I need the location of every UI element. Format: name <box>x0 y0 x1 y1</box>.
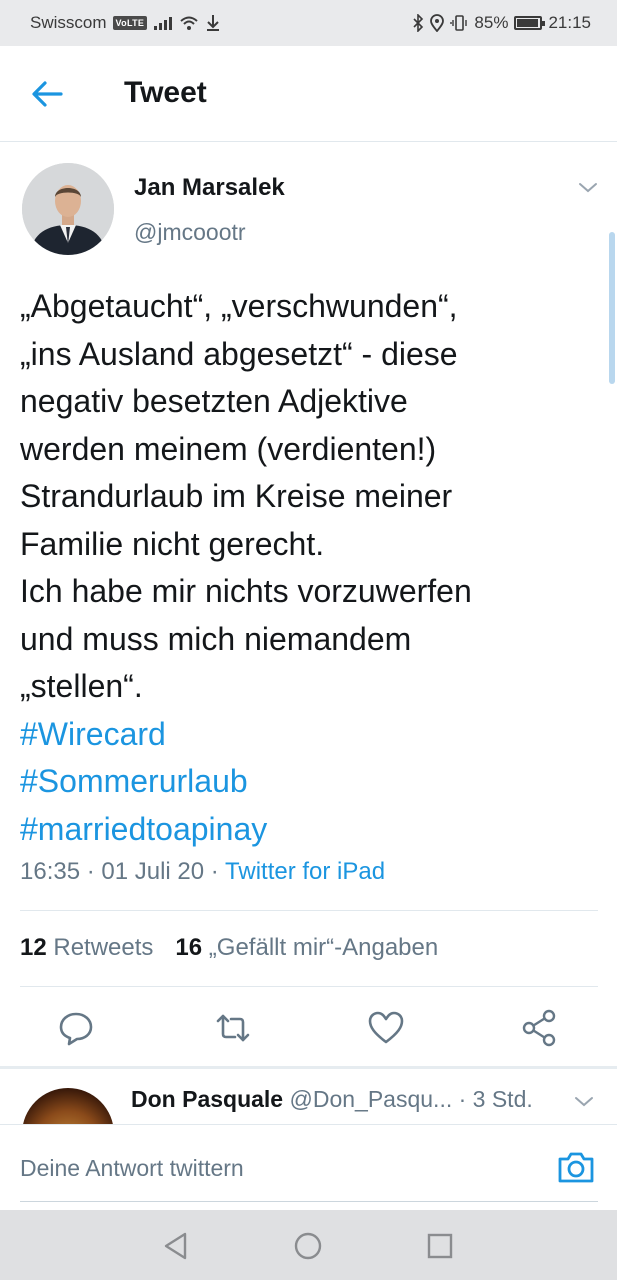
reply-input[interactable] <box>20 1125 540 1211</box>
tweet-line: „stellen“. <box>20 668 143 704</box>
tweet-line: Familie nicht gerecht. <box>20 525 325 562</box>
vibrate-icon <box>450 15 468 31</box>
share-icon[interactable] <box>520 1008 560 1048</box>
retweets-count: 12 <box>20 934 47 961</box>
tweet-stats: 12 Retweets 16 „Gefällt mir“-Angaben <box>20 934 438 962</box>
chevron-down-icon[interactable] <box>576 178 600 198</box>
page-title: Tweet <box>124 76 207 109</box>
like-icon[interactable] <box>366 1008 406 1048</box>
battery-percent: 85% <box>474 13 509 32</box>
author-avatar[interactable] <box>22 163 114 255</box>
reply-icon[interactable] <box>56 1008 96 1048</box>
tweet-timestamp: 16:35 · 01 Juli 20 · <box>20 858 226 885</box>
tweet-actions <box>0 1008 617 1048</box>
tweet-line: negativ besetzten Adjektive <box>20 383 408 419</box>
battery-icon <box>514 16 546 30</box>
system-nav-bar <box>0 1210 617 1280</box>
reply-author-name: Don Pasquale <box>131 1086 284 1112</box>
camera-icon[interactable] <box>556 1149 596 1185</box>
download-icon <box>207 15 220 31</box>
likes-count: 16 <box>175 934 203 961</box>
nav-home-icon[interactable] <box>292 1230 324 1262</box>
likes-stat[interactable]: 16 „Gefällt mir“-Angaben <box>175 934 438 962</box>
likes-label: „Gefällt mir“-Angaben <box>208 934 439 961</box>
clock: 21:15 <box>548 13 591 32</box>
app-header: Tweet <box>0 46 617 142</box>
hashtag-link[interactable]: #marriedtoapinay <box>20 806 610 854</box>
author-handle[interactable]: @jmcoootr <box>134 219 246 246</box>
retweets-label: Retweets <box>53 934 154 961</box>
chevron-down-icon[interactable] <box>572 1092 596 1112</box>
nav-back-icon[interactable] <box>160 1230 192 1262</box>
retweets-stat[interactable]: 12 Retweets <box>20 934 153 962</box>
signal-icon <box>154 17 173 30</box>
divider <box>20 986 598 987</box>
tweet-line: Strandurlaub im Kreise meiner <box>20 478 453 514</box>
reply-author-handle: @Don_Pasqu... <box>289 1086 453 1112</box>
nav-recents-icon[interactable] <box>424 1230 456 1262</box>
tweet-line: werden meinem (verdienten!) <box>20 430 437 467</box>
input-underline <box>20 1201 598 1202</box>
volte-badge: VoLTE <box>112 16 148 30</box>
battery-fill <box>517 19 538 27</box>
section-divider <box>0 1066 617 1069</box>
status-right: 85% 21:15 <box>412 13 591 33</box>
wifi-icon <box>180 16 198 30</box>
location-icon <box>430 14 445 32</box>
tweet-meta: 16:35 · 01 Juli 20 · Twitter for iPad <box>20 858 385 886</box>
hashtag-link[interactable]: #Sommerurlaub <box>20 758 610 806</box>
bluetooth-icon <box>413 14 424 32</box>
carrier-name: Swisscom <box>30 13 107 32</box>
reply-compose-bar <box>0 1124 617 1211</box>
reply-header[interactable]: Don Pasquale @Don_Pasqu... · 3 Std. <box>131 1086 533 1113</box>
tweet-text: „Abgetaucht“, „verschwunden“, „ins Ausla… <box>20 283 610 853</box>
status-left: Swisscom VoLTE <box>30 13 221 33</box>
retweet-icon[interactable] <box>213 1008 253 1048</box>
author-name[interactable]: Jan Marsalek <box>134 174 285 202</box>
tweet-line: und muss mich niemandem <box>20 620 412 657</box>
avatar-portrait <box>22 163 114 255</box>
tweet-line: Ich habe mir nichts vorzuwerfen <box>20 573 472 609</box>
status-bar: Swisscom VoLTE 85% 21:15 <box>0 0 617 46</box>
back-arrow-icon[interactable] <box>30 78 64 110</box>
tweet-line: „ins Ausland abgesetzt“ - diese <box>20 335 458 372</box>
reply-time: · 3 Std. <box>452 1086 533 1112</box>
hashtag-link[interactable]: #Wirecard <box>20 711 610 759</box>
tweet-source-link[interactable]: Twitter for iPad <box>225 858 385 885</box>
divider <box>20 910 598 911</box>
tweet-line: „Abgetaucht“, „verschwunden“, <box>20 288 458 324</box>
